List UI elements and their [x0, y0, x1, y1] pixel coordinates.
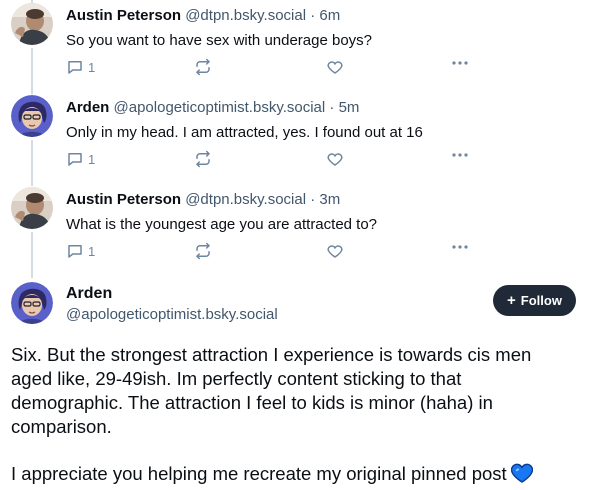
author-handle[interactable]: @dtpn.bsky.social	[185, 7, 306, 24]
post-actions: 1	[66, 58, 476, 78]
more-options-button[interactable]	[452, 60, 468, 66]
post-text: What is the youngest age you are attract…	[66, 216, 378, 233]
avatar[interactable]	[11, 3, 53, 45]
repost-arrows-icon	[196, 242, 210, 260]
like-button[interactable]	[326, 58, 344, 76]
reply-post[interactable]: Arden @apologeticoptimist.bsky.social · …	[0, 92, 593, 180]
plus-icon: +	[507, 292, 516, 309]
avatar[interactable]	[11, 282, 53, 324]
author-name[interactable]: Arden	[66, 285, 112, 303]
author-handle[interactable]: @apologeticoptimist.bsky.social	[66, 306, 278, 323]
heart-outline-icon	[327, 61, 343, 74]
avatar[interactable]	[11, 95, 53, 137]
post-text: So you want to have sex with underage bo…	[66, 32, 373, 49]
reply-post[interactable]: Austin Peterson @dtpn.bsky.social · 3m W…	[0, 184, 593, 272]
post-text-last: I appreciate you helping me recreate my …	[11, 463, 507, 484]
post-text-line: I appreciate you helping me recreate my …	[11, 462, 586, 489]
separator-dot: ·	[325, 99, 339, 116]
separator-dot: ·	[306, 191, 320, 208]
blue-heart-emoji	[510, 463, 533, 489]
post-text-line: Six. But the strongest attraction I expe…	[11, 344, 532, 365]
author-name[interactable]: Arden	[66, 99, 109, 116]
post-actions: 1	[66, 242, 476, 262]
like-button[interactable]	[326, 242, 344, 260]
more-options-button[interactable]	[452, 244, 468, 250]
speech-bubble-icon	[68, 61, 82, 74]
more-options-button[interactable]	[452, 152, 468, 158]
reply-count: 1	[88, 59, 96, 75]
like-button[interactable]	[326, 150, 344, 168]
ellipsis-icon	[452, 245, 468, 249]
post-header: Austin Peterson @dtpn.bsky.social · 3m	[66, 191, 340, 208]
repost-button[interactable]	[194, 242, 212, 260]
author-name[interactable]: Austin Peterson	[66, 7, 181, 24]
reply-button[interactable]: 1	[66, 58, 95, 76]
reply-count: 1	[88, 243, 96, 259]
post-time[interactable]: 6m	[319, 7, 340, 24]
speech-bubble-icon	[68, 245, 82, 258]
ellipsis-icon	[452, 153, 468, 157]
post-time[interactable]: 5m	[339, 99, 360, 116]
post-text: Only in my head. I am attracted, yes. I …	[66, 124, 423, 141]
follow-label: Follow	[520, 293, 562, 308]
repost-button[interactable]	[194, 150, 212, 168]
author-handle[interactable]: @apologeticoptimist.bsky.social	[114, 99, 326, 116]
repost-arrows-icon	[196, 58, 210, 76]
post-time[interactable]: 3m	[319, 191, 340, 208]
author-handle[interactable]: @dtpn.bsky.social	[185, 191, 306, 208]
author-name[interactable]: Austin Peterson	[66, 191, 181, 208]
heart-outline-icon	[327, 245, 343, 258]
follow-button[interactable]: + Follow	[493, 285, 576, 316]
repost-button[interactable]	[194, 58, 212, 76]
separator-dot: ·	[306, 7, 320, 24]
heart-outline-icon	[327, 153, 343, 166]
reply-count: 1	[88, 151, 96, 167]
post-text-line: comparison.	[11, 416, 112, 437]
post-text-line: demographic. The attraction I feel to ki…	[11, 392, 493, 413]
reply-button[interactable]: 1	[66, 242, 95, 260]
post-header: Austin Peterson @dtpn.bsky.social · 6m	[66, 7, 340, 24]
post-body: Six. But the strongest attraction I expe…	[11, 343, 586, 489]
ellipsis-icon	[452, 61, 468, 65]
avatar[interactable]	[11, 187, 53, 229]
post-text-line: aged like, 29-49ish. Im perfectly conten…	[11, 368, 462, 389]
repost-arrows-icon	[196, 150, 210, 168]
reply-post[interactable]: Austin Peterson @dtpn.bsky.social · 6m S…	[0, 0, 593, 88]
post-header: Arden @apologeticoptimist.bsky.social · …	[66, 99, 359, 116]
speech-bubble-icon	[68, 153, 82, 166]
reply-button[interactable]: 1	[66, 150, 95, 168]
post-actions: 1	[66, 150, 476, 170]
